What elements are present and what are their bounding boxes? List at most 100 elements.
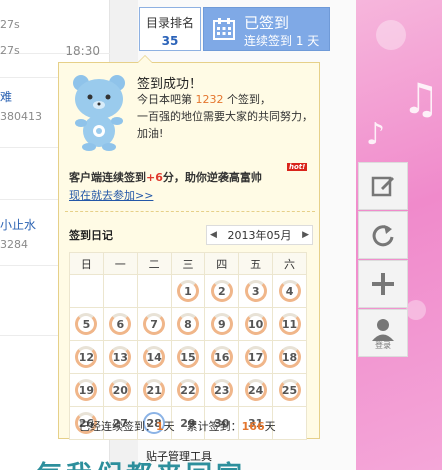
calendar-cell: 24 <box>238 373 274 407</box>
calendar-cell: 18 <box>272 340 307 374</box>
calendar-week-row: 12 13 14 15 16 17 18 <box>69 340 307 374</box>
weekday-header: 三 <box>170 252 206 275</box>
signin-rank: 1232 <box>195 93 224 106</box>
month-selector: ◀ 2013年05月 ▶ <box>206 225 313 245</box>
calendar-day-signed: 16 <box>210 346 233 368</box>
calendar-day-signed: 8 <box>176 313 199 335</box>
calendar-day-signed: 20 <box>109 379 132 401</box>
calendar-cell <box>102 274 138 308</box>
weekday-header: 四 <box>204 252 240 275</box>
prev-month-icon[interactable]: ◀ <box>210 230 217 240</box>
calendar-day-signed: 25 <box>278 379 301 401</box>
calendar-cell: 7 <box>136 307 172 341</box>
list-item-sub: 3284 <box>0 238 28 251</box>
calendar-cell: 20 <box>102 373 138 407</box>
calendar-cell: 6 <box>102 307 138 341</box>
calendar-cell: 10 <box>238 307 274 341</box>
refresh-button[interactable] <box>358 211 408 259</box>
bubble-decoration <box>406 300 426 320</box>
calendar-day-signed: 14 <box>143 346 166 368</box>
calendar-day-signed: 2 <box>210 280 233 302</box>
promo-bonus: +6 <box>146 171 163 184</box>
calendar-day-signed: 4 <box>278 280 301 302</box>
weekday-header: 日 <box>69 252 104 275</box>
calendar-cell: 17 <box>238 340 274 374</box>
calendar-cell <box>136 274 172 308</box>
join-now-link[interactable]: 现在就去参加>> <box>69 187 153 203</box>
signin-stats: 已经连续签到：1天 累计签到：166天 <box>79 418 276 434</box>
calendar-day-signed: 6 <box>109 313 132 335</box>
side-toolbar: 登录 <box>358 162 408 358</box>
calendar-body: 1 2 3 4 5 6 7 8 9 10 11 12 13 14 15 16 17 18 19 20 21 22 23 24 2… <box>69 274 307 440</box>
calendar-cell: 15 <box>170 340 206 374</box>
calendar-cell <box>272 406 307 440</box>
weekday-header: 六 <box>272 252 307 275</box>
bubble-decoration <box>376 20 406 50</box>
signed-status: 已签到 <box>244 14 290 32</box>
popup-arrow <box>137 55 153 63</box>
total-unit: 天 <box>264 420 276 433</box>
calendar-cell: 19 <box>69 373 104 407</box>
calendar-cell: 21 <box>136 373 172 407</box>
banner-text: 每我们都来回家 <box>36 455 246 470</box>
weekday-header: 二 <box>136 252 172 275</box>
calendar-day-signed: 3 <box>244 280 267 302</box>
login-button[interactable]: 登录 <box>358 309 408 357</box>
signin-success-popup: 签到成功！ 今日本吧第 1232 个签到， 一百强的地位需要大家的共同努力，加油… <box>58 55 320 440</box>
calendar-cell: 16 <box>204 340 240 374</box>
plus-icon <box>372 273 394 295</box>
list-item-title[interactable]: 难 <box>0 88 12 105</box>
calendar-week-row: 19 20 21 22 23 24 25 <box>69 373 307 407</box>
calendar-cell: 1 <box>170 274 206 308</box>
rank-line-suffix: 个签到， <box>223 93 271 106</box>
login-label: 登录 <box>375 340 391 350</box>
consecutive-days: 连续签到 1 天 <box>244 34 320 48</box>
calendar-day-signed: 22 <box>176 379 199 401</box>
total-label: 累计签到： <box>186 420 242 433</box>
edit-icon <box>371 176 394 197</box>
calendar-day-signed: 21 <box>143 379 166 401</box>
calendar-week-row: 1234 <box>69 274 307 308</box>
calendar-day-signed: 19 <box>75 379 98 401</box>
list-item-time: 18:30 <box>65 44 100 58</box>
calendar-cell: 5 <box>69 307 104 341</box>
add-button[interactable] <box>358 260 408 308</box>
calendar-day-signed: 11 <box>278 313 301 335</box>
rank-label: 目录排名 <box>145 16 194 30</box>
weekday-header: 五 <box>238 252 274 275</box>
music-note-icon: ♫ <box>402 74 440 123</box>
promo-prefix: 客户端连续签到 <box>69 171 146 184</box>
calendar-cell: 4 <box>272 274 307 308</box>
list-item-sub: 380413 <box>0 110 42 123</box>
current-month: 2013年05月 <box>227 229 292 242</box>
next-month-icon[interactable]: ▶ <box>302 230 309 240</box>
hot-badge: hot! <box>287 163 308 171</box>
continuous-unit: 天 <box>163 420 175 433</box>
calendar-cell: 12 <box>69 340 104 374</box>
calendar-day-signed: 13 <box>109 346 132 368</box>
calendar-cell: 25 <box>272 373 307 407</box>
calendar-day-signed: 1 <box>176 280 199 302</box>
calendar-day-signed: 17 <box>244 346 267 368</box>
rank-line-prefix: 今日本吧第 <box>137 93 196 106</box>
encourage-line: 一百强的地位需要大家的共同努力，加油! <box>137 110 313 140</box>
calendar-cell: 9 <box>204 307 240 341</box>
calendar-day-signed: 18 <box>278 346 301 368</box>
refresh-icon <box>372 225 394 247</box>
continuous-value: 1 <box>156 420 164 433</box>
calendar-day-signed: 10 <box>244 313 267 335</box>
rank-value: 35 <box>161 34 179 48</box>
calendar-cell: 23 <box>204 373 240 407</box>
edit-button[interactable] <box>358 162 408 210</box>
calendar-day-signed: 7 <box>143 313 166 335</box>
calendar-cell: 22 <box>170 373 206 407</box>
calendar-icon <box>213 18 235 40</box>
calendar-day-signed: 15 <box>176 346 199 368</box>
bear-mascot-icon <box>73 75 125 151</box>
calendar-day-signed: 5 <box>75 313 98 335</box>
list-item-title[interactable]: 小止水 <box>0 216 36 233</box>
calendar-day-signed: 24 <box>244 379 267 401</box>
directory-rank-box[interactable]: 目录排名 35 <box>139 7 201 51</box>
signed-in-button[interactable]: 已签到 连续签到 1 天 <box>203 7 330 51</box>
music-note-icon: ♪ <box>366 117 386 152</box>
